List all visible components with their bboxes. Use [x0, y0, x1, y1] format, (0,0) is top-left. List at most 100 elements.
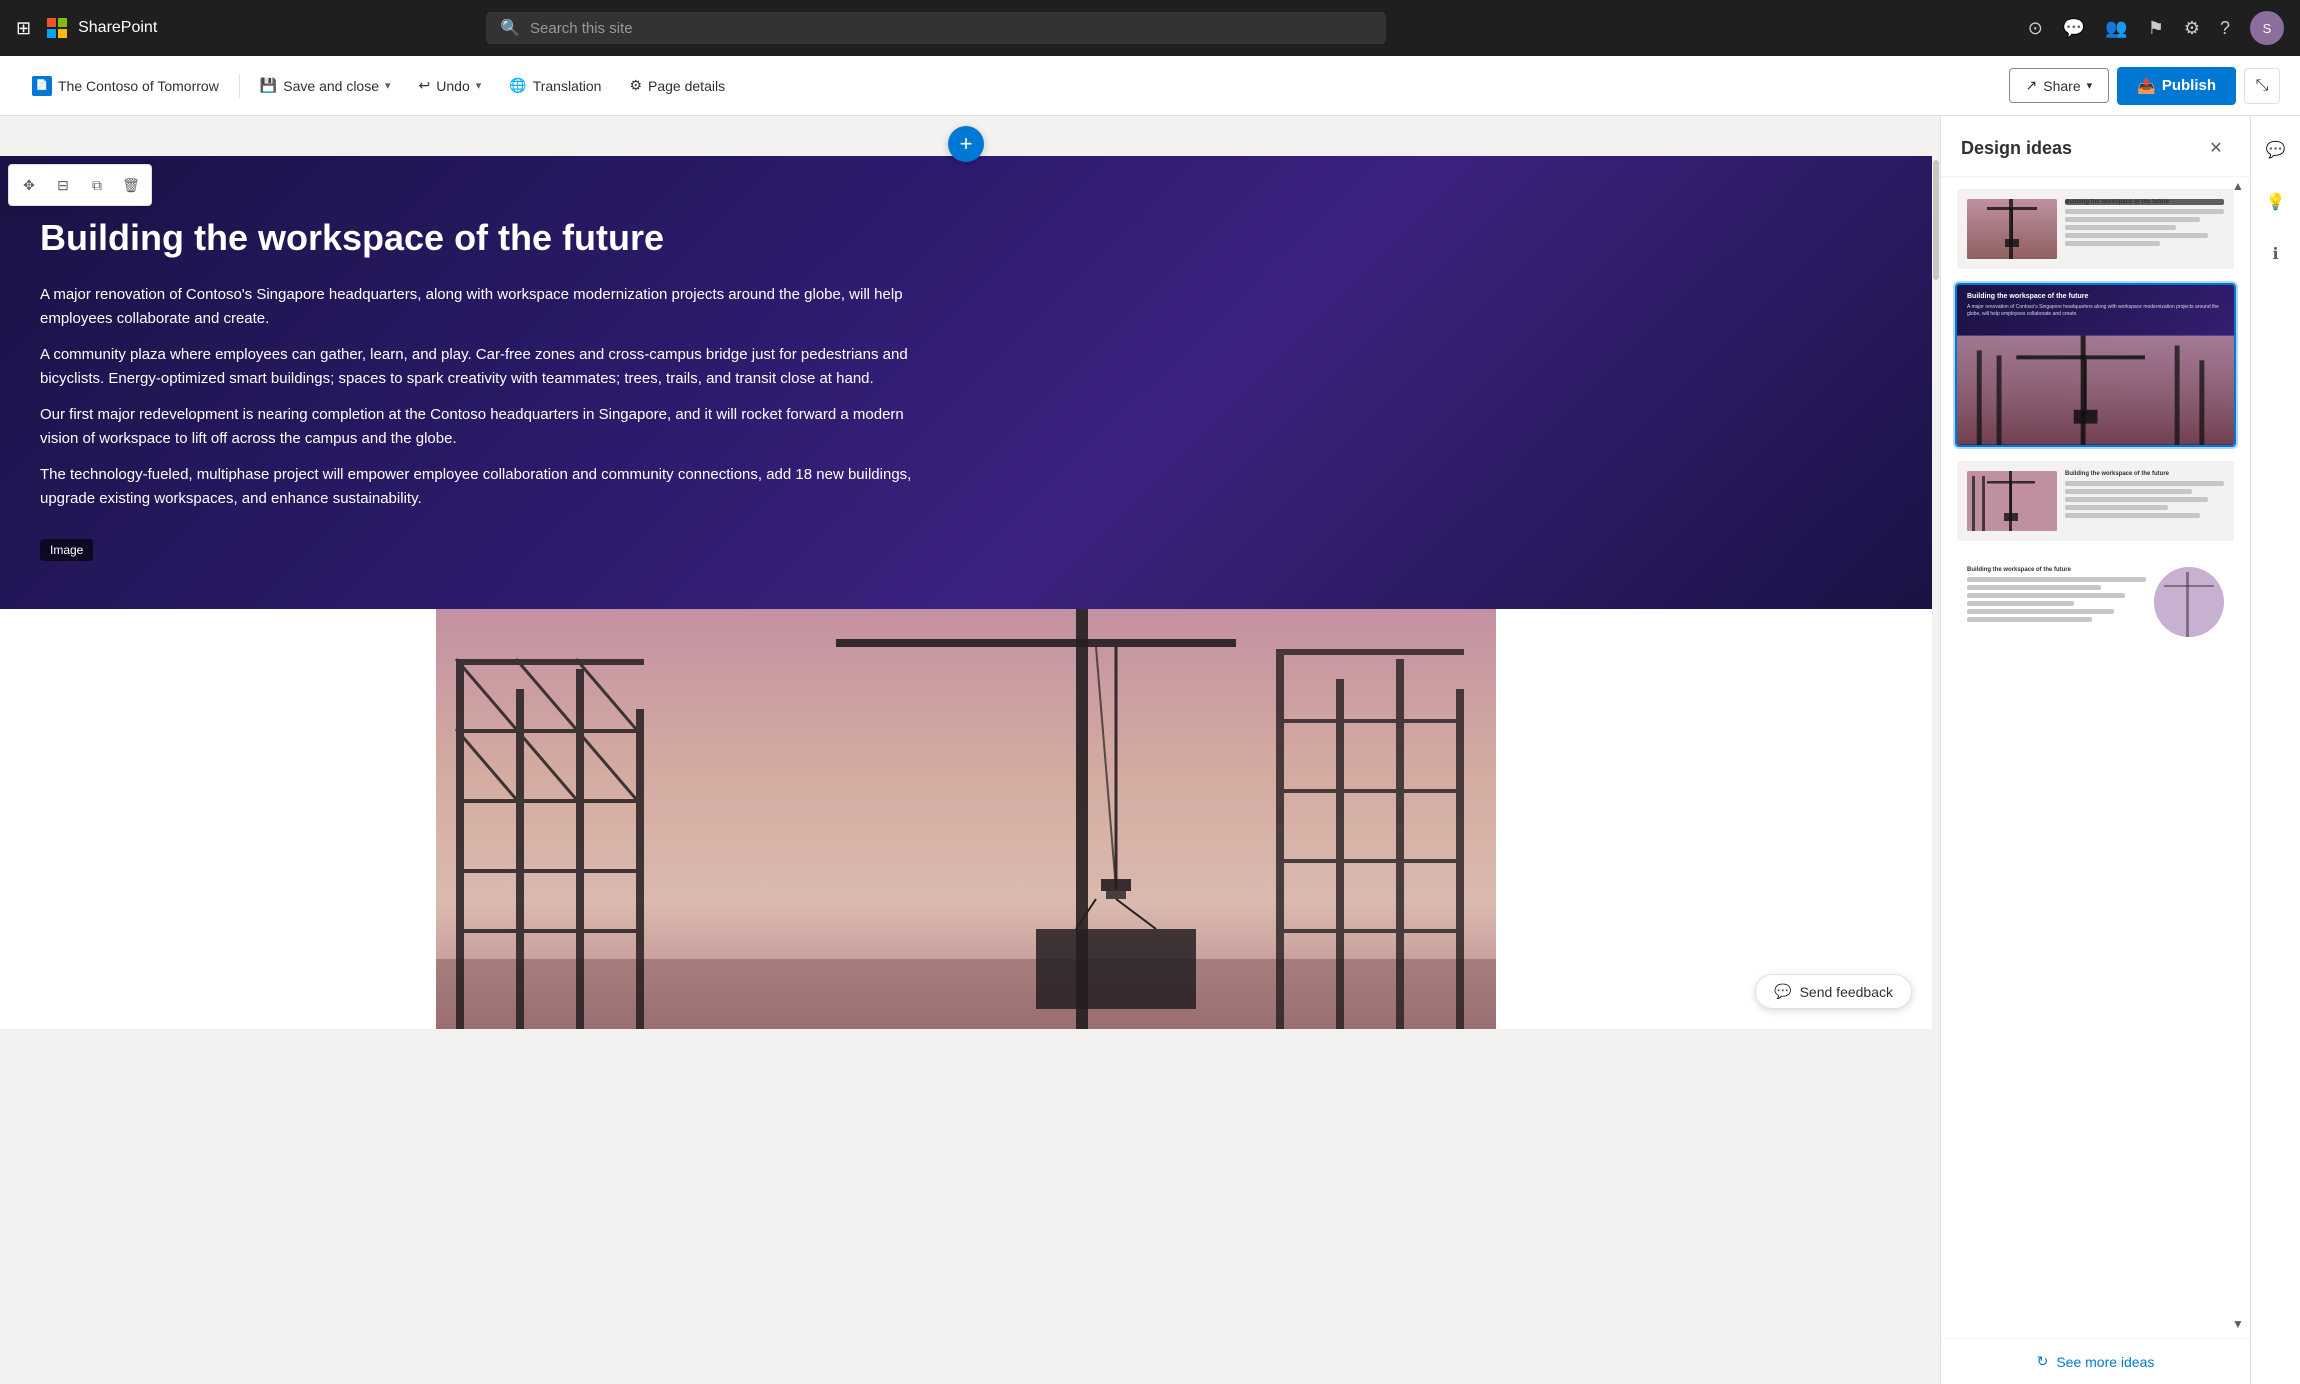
panel-scroll-up[interactable]: ▲ [2228, 176, 2248, 196]
construction-svg [0, 609, 1932, 1029]
publish-button[interactable]: 📤 Publish [2117, 67, 2236, 105]
help-circles-icon[interactable]: ⊙ [2028, 18, 2043, 39]
duplicate-icon: ⧉ [92, 177, 102, 194]
card-3-title: Building the workspace of the future [2065, 471, 2224, 477]
hero-para-4: The technology-fueled, multiphase projec… [40, 463, 940, 511]
app-name: SharePoint [78, 19, 157, 37]
panel-scroll-down[interactable]: ▼ [2228, 1314, 2248, 1334]
card-3-thumbnail [1967, 471, 2057, 531]
move-icon: ✥ [23, 177, 35, 194]
hero-title: Building the workspace of the future [40, 216, 1892, 259]
page-breadcrumb[interactable]: 📄 The Contoso of Tomorrow [20, 68, 231, 104]
card-4-line-6 [1967, 617, 2092, 622]
design-card-3[interactable]: Building the workspace of the future [1955, 459, 2236, 543]
section-settings-button[interactable]: ⊟ [47, 169, 79, 201]
scroll-thumb[interactable] [1933, 160, 1939, 280]
publish-icon: 📤 [2137, 77, 2156, 95]
hero-para-1: A major renovation of Contoso's Singapor… [40, 283, 940, 331]
feedback-label: Send feedback [1800, 984, 1893, 1000]
card-2-inner: Building the workspace of the future A m… [1957, 285, 2234, 445]
right-side-actions: 💬 💡 ℹ [2250, 116, 2300, 1384]
collapse-button[interactable]: ⤡ [2244, 68, 2280, 104]
page-details-button[interactable]: ⚙ Page details [617, 69, 737, 102]
card-3-line-4 [2065, 505, 2168, 510]
people-icon[interactable]: 👥 [2105, 18, 2127, 39]
card-1-body-line-5 [2065, 241, 2160, 246]
card-1-body-line-3 [2065, 225, 2176, 230]
hero-para-3: Our first major redevelopment is nearing… [40, 403, 940, 451]
breadcrumb-label: The Contoso of Tomorrow [58, 78, 219, 94]
see-more-ideas-button[interactable]: ↻ See more ideas [1941, 1338, 2250, 1384]
card-1-body-line-2 [2065, 217, 2200, 222]
plus-icon: + [960, 131, 973, 157]
save-dropdown-icon[interactable]: ▾ [385, 79, 391, 92]
info-icon: ℹ [2272, 244, 2278, 264]
panel-title: Design ideas [1961, 138, 2072, 159]
info-action-button[interactable]: ℹ [2258, 236, 2294, 272]
card-1-body-line-1 [2065, 209, 2224, 214]
move-button[interactable]: ✥ [13, 169, 45, 201]
card-2-thumbnail: Building the workspace of the future A m… [1957, 285, 2234, 445]
hero-body: A major renovation of Contoso's Singapor… [40, 283, 940, 511]
avatar[interactable]: S [2250, 11, 2284, 45]
send-feedback-button[interactable]: 💬 Send feedback [1755, 974, 1912, 1009]
see-more-label: See more ideas [2056, 1354, 2154, 1370]
card-4-row: Building the workspace of the future [1967, 567, 2224, 637]
card-1-title: Building the workspace of the future [2065, 199, 2224, 205]
feedback-icon: 💬 [1774, 983, 1791, 1000]
comment-icon: 💬 [2266, 140, 2286, 160]
trash-icon: 🗑 [122, 177, 140, 194]
hero-section: Building the workspace of the future A m… [0, 156, 1932, 609]
undo-icon: ↩ [419, 77, 431, 94]
undo-dropdown-icon[interactable]: ▾ [476, 79, 482, 92]
floating-toolbar: ✥ ⊟ ⧉ 🗑 [8, 164, 152, 206]
undo-button[interactable]: ↩ Undo ▾ [407, 69, 494, 102]
card-4-line-2 [1967, 585, 2101, 590]
chat-icon[interactable]: 💬 [2063, 18, 2085, 39]
translation-button[interactable]: 🌐 Translation [497, 69, 613, 102]
card-3-line-1 [2065, 481, 2224, 486]
share-dropdown-icon: ▾ [2087, 79, 2093, 92]
top-navigation: ⊞ SharePoint 🔍 ⊙ 💬 👥 ⚑ ⚙ ? S [0, 0, 2300, 56]
design-ideas-action-button[interactable]: 💡 [2258, 184, 2294, 220]
settings-icon: ⊟ [57, 177, 69, 194]
save-icon: 💾 [260, 77, 277, 94]
add-section-button[interactable]: + [948, 126, 984, 162]
microsoft-logo: SharePoint [47, 18, 157, 38]
nav-icons: ⊙ 💬 👥 ⚑ ⚙ ? S [2028, 11, 2284, 45]
save-close-button[interactable]: 💾 Save and close ▾ [248, 69, 403, 102]
main-layout: + ✥ ⊟ ⧉ 🗑 Building the work [0, 116, 2300, 1384]
comments-action-button[interactable]: 💬 [2258, 132, 2294, 168]
divider-1 [239, 74, 240, 98]
lightbulb-icon: 💡 [2266, 192, 2286, 212]
toolbar-left: 📄 The Contoso of Tomorrow 💾 Save and clo… [20, 68, 2009, 104]
card-4-left: Building the workspace of the future [1967, 567, 2146, 625]
card-3-inner: Building the workspace of the future [1957, 461, 2234, 541]
construction-image: 💬 Send feedback [0, 609, 1932, 1029]
close-panel-button[interactable]: ✕ [2202, 134, 2230, 162]
help-icon[interactable]: ? [2220, 18, 2230, 39]
translation-icon: 🌐 [509, 77, 526, 94]
card-1-text: Building the workspace of the future [2065, 199, 2224, 249]
panel-header: Design ideas ✕ [1941, 116, 2250, 177]
vertical-scrollbar[interactable] [1932, 116, 1940, 1384]
settings-icon[interactable]: ⚙ [2184, 18, 2200, 39]
design-card-2[interactable]: Building the workspace of the future A m… [1955, 283, 2236, 447]
delete-button[interactable]: 🗑 [115, 169, 147, 201]
duplicate-button[interactable]: ⧉ [81, 169, 113, 201]
search-input[interactable] [530, 20, 1372, 37]
flag-icon[interactable]: ⚑ [2148, 18, 2164, 39]
waffle-icon[interactable]: ⊞ [16, 18, 31, 39]
card-4-circle-image [2154, 567, 2224, 637]
collapse-icon: ⤡ [2256, 77, 2269, 95]
card-4-line-3 [1967, 593, 2125, 598]
share-button[interactable]: ↗ Share ▾ [2009, 68, 2110, 103]
content-block: ✥ ⊟ ⧉ 🗑 Building the workspace of the fu… [0, 156, 1932, 1029]
card-4-line-1 [1967, 577, 2146, 582]
search-icon: 🔍 [500, 18, 520, 38]
card-4-line-4 [1967, 601, 2074, 606]
design-card-1[interactable]: Building the workspace of the future [1955, 187, 2236, 271]
design-card-4[interactable]: Building the workspace of the future [1955, 555, 2236, 649]
canvas-area: + ✥ ⊟ ⧉ 🗑 Building the work [0, 116, 1932, 1384]
search-bar[interactable]: 🔍 [486, 12, 1386, 44]
